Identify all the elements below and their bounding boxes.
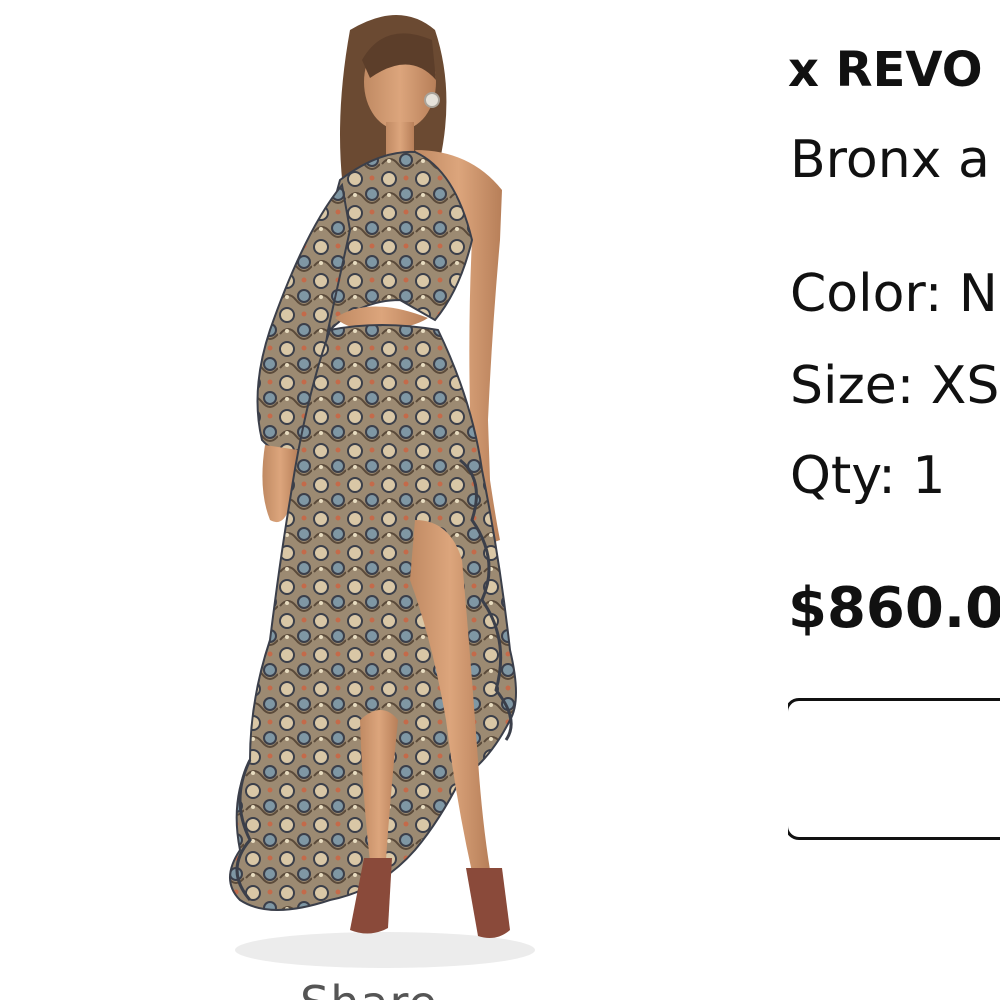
model-in-dress-illustration [229, 15, 535, 968]
size-label: Size: [790, 356, 915, 416]
size-value: XS [930, 356, 1000, 416]
product-image[interactable] [210, 0, 550, 975]
share-caption[interactable]: Share [300, 980, 438, 1000]
brand-name[interactable]: x REVO [788, 44, 983, 97]
quantity-value: 1 [912, 446, 946, 506]
action-button[interactable] [788, 698, 1000, 840]
quantity-label: Qty: [790, 446, 896, 506]
size-row: Size: XS [790, 356, 1000, 416]
product-price: $860.0 [788, 576, 1000, 641]
color-value: N [958, 264, 998, 324]
quantity-row: Qty: 1 [790, 446, 946, 506]
color-label: Color: [790, 264, 943, 324]
product-name[interactable]: Bronx a [790, 131, 990, 189]
product-view: Share x REVO Bronx a Color: N Size: XS Q… [0, 0, 1000, 1000]
color-row: Color: N [790, 264, 998, 324]
product-details-panel: x REVO Bronx a Color: N Size: XS Qty: 1 … [788, 0, 1000, 1000]
